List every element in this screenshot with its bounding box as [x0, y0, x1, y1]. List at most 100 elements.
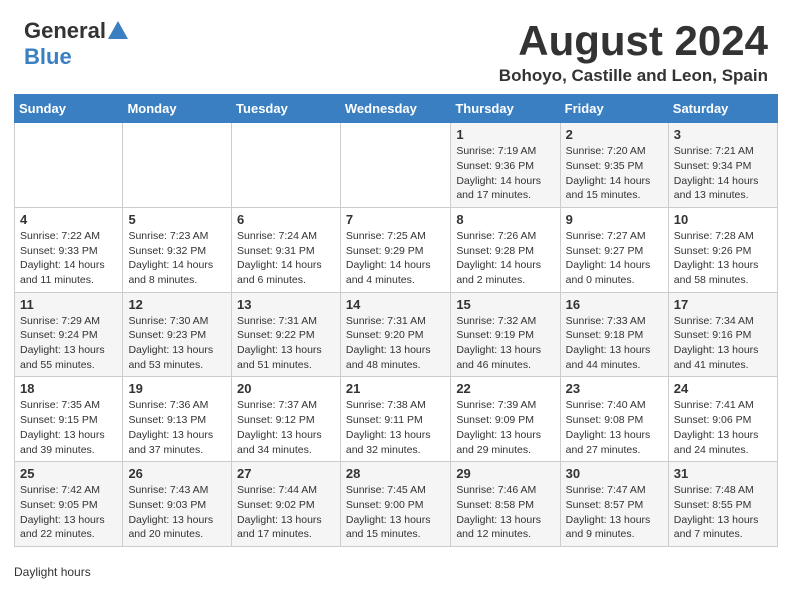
day-info: Sunrise: 7:32 AM Sunset: 9:19 PM Dayligh…: [456, 314, 554, 373]
day-info: Sunrise: 7:38 AM Sunset: 9:11 PM Dayligh…: [346, 398, 445, 457]
table-row: 22 Sunrise: 7:39 AM Sunset: 9:09 PM Dayli…: [451, 377, 560, 462]
day-number: 3: [674, 127, 772, 142]
table-row: 3 Sunrise: 7:21 AM Sunset: 9:34 PM Daylig…: [668, 123, 777, 208]
weekday-header: Sunday: [15, 95, 123, 123]
table-row: 28Sunrise: 7:45 AM Sunset: 9:00 PM Dayli…: [340, 462, 450, 547]
day-number: 20: [237, 381, 335, 396]
day-number: 9: [566, 212, 663, 227]
day-info: Sunrise: 7:34 AM Sunset: 9:16 PM Dayligh…: [674, 314, 772, 373]
day-number: 19: [128, 381, 226, 396]
table-row: [123, 123, 232, 208]
day-number: 6: [237, 212, 335, 227]
day-number: 18: [20, 381, 117, 396]
calendar-body: 1 Sunrise: 7:19 AM Sunset: 9:36 PM Daylig…: [15, 123, 778, 547]
calendar-week-row: 11Sunrise: 7:29 AM Sunset: 9:24 PM Dayli…: [15, 292, 778, 377]
day-info: Sunrise: 7:22 AM Sunset: 9:33 PM Dayligh…: [20, 229, 117, 288]
day-number: 14: [346, 297, 445, 312]
logo: General Blue: [24, 18, 128, 70]
table-row: 18 Sunrise: 7:35 AM Sunset: 9:15 PM Dayli…: [15, 377, 123, 462]
day-info: Sunrise: 7:36 AM Sunset: 9:13 PM Dayligh…: [128, 398, 226, 457]
calendar-wrap: SundayMondayTuesdayWednesdayThursdayFrid…: [0, 94, 792, 561]
day-info: Sunrise: 7:35 AM Sunset: 9:15 PM Dayligh…: [20, 398, 117, 457]
table-row: 4 Sunrise: 7:22 AM Sunset: 9:33 PM Daylig…: [15, 207, 123, 292]
location-subtitle: Bohoyo, Castille and Leon, Spain: [499, 66, 768, 86]
table-row: 29 Sunrise: 7:46 AM Sunset: 8:58 PM Dayli…: [451, 462, 560, 547]
weekday-row: SundayMondayTuesdayWednesdayThursdayFrid…: [15, 95, 778, 123]
table-row: [15, 123, 123, 208]
calendar-week-row: 1 Sunrise: 7:19 AM Sunset: 9:36 PM Daylig…: [15, 123, 778, 208]
table-row: 6 Sunrise: 7:24 AM Sunset: 9:31 PM Daylig…: [232, 207, 341, 292]
table-row: 23Sunrise: 7:40 AM Sunset: 9:08 PM Dayli…: [560, 377, 668, 462]
day-number: 1: [456, 127, 554, 142]
day-info: Sunrise: 7:21 AM Sunset: 9:34 PM Dayligh…: [674, 144, 772, 203]
day-number: 31: [674, 466, 772, 481]
day-number: 2: [566, 127, 663, 142]
table-row: 17Sunrise: 7:34 AM Sunset: 9:16 PM Dayli…: [668, 292, 777, 377]
table-row: 1 Sunrise: 7:19 AM Sunset: 9:36 PM Daylig…: [451, 123, 560, 208]
day-number: 26: [128, 466, 226, 481]
title-block: August 2024 Bohoyo, Castille and Leon, S…: [499, 18, 768, 86]
day-info: Sunrise: 7:24 AM Sunset: 9:31 PM Dayligh…: [237, 229, 335, 288]
table-row: 13 Sunrise: 7:31 AM Sunset: 9:22 PM Dayli…: [232, 292, 341, 377]
day-info: Sunrise: 7:39 AM Sunset: 9:09 PM Dayligh…: [456, 398, 554, 457]
day-number: 4: [20, 212, 117, 227]
weekday-header: Friday: [560, 95, 668, 123]
table-row: 31 Sunrise: 7:48 AM Sunset: 8:55 PM Dayli…: [668, 462, 777, 547]
page-title: August 2024: [499, 18, 768, 64]
day-number: 23: [566, 381, 663, 396]
day-number: 16: [566, 297, 663, 312]
day-number: 22: [456, 381, 554, 396]
table-row: 24Sunrise: 7:41 AM Sunset: 9:06 PM Dayli…: [668, 377, 777, 462]
day-info: Sunrise: 7:20 AM Sunset: 9:35 PM Dayligh…: [566, 144, 663, 203]
day-info: Sunrise: 7:46 AM Sunset: 8:58 PM Dayligh…: [456, 483, 554, 542]
table-row: 2 Sunrise: 7:20 AM Sunset: 9:35 PM Daylig…: [560, 123, 668, 208]
table-row: 10Sunrise: 7:28 AM Sunset: 9:26 PM Dayli…: [668, 207, 777, 292]
calendar-week-row: 18 Sunrise: 7:35 AM Sunset: 9:15 PM Dayli…: [15, 377, 778, 462]
table-row: 7Sunrise: 7:25 AM Sunset: 9:29 PM Daylig…: [340, 207, 450, 292]
day-info: Sunrise: 7:37 AM Sunset: 9:12 PM Dayligh…: [237, 398, 335, 457]
day-number: 13: [237, 297, 335, 312]
footer: Daylight hours: [0, 561, 792, 587]
table-row: 21 Sunrise: 7:38 AM Sunset: 9:11 PM Dayli…: [340, 377, 450, 462]
calendar-header: SundayMondayTuesdayWednesdayThursdayFrid…: [15, 95, 778, 123]
table-row: 9 Sunrise: 7:27 AM Sunset: 9:27 PM Daylig…: [560, 207, 668, 292]
day-number: 25: [20, 466, 117, 481]
day-info: Sunrise: 7:27 AM Sunset: 9:27 PM Dayligh…: [566, 229, 663, 288]
table-row: 14 Sunrise: 7:31 AM Sunset: 9:20 PM Dayli…: [340, 292, 450, 377]
day-number: 27: [237, 466, 335, 481]
weekday-header: Thursday: [451, 95, 560, 123]
daylight-label: Daylight hours: [14, 565, 91, 579]
day-info: Sunrise: 7:19 AM Sunset: 9:36 PM Dayligh…: [456, 144, 554, 203]
day-number: 15: [456, 297, 554, 312]
day-info: Sunrise: 7:48 AM Sunset: 8:55 PM Dayligh…: [674, 483, 772, 542]
day-number: 21: [346, 381, 445, 396]
header: General Blue August 2024 Bohoyo, Castill…: [0, 0, 792, 94]
weekday-header: Monday: [123, 95, 232, 123]
table-row: 11Sunrise: 7:29 AM Sunset: 9:24 PM Dayli…: [15, 292, 123, 377]
table-row: 30Sunrise: 7:47 AM Sunset: 8:57 PM Dayli…: [560, 462, 668, 547]
day-number: 10: [674, 212, 772, 227]
weekday-header: Saturday: [668, 95, 777, 123]
table-row: [340, 123, 450, 208]
day-info: Sunrise: 7:31 AM Sunset: 9:22 PM Dayligh…: [237, 314, 335, 373]
table-row: 26 Sunrise: 7:43 AM Sunset: 9:03 PM Dayli…: [123, 462, 232, 547]
table-row: 25 Sunrise: 7:42 AM Sunset: 9:05 PM Dayli…: [15, 462, 123, 547]
day-info: Sunrise: 7:47 AM Sunset: 8:57 PM Dayligh…: [566, 483, 663, 542]
day-number: 11: [20, 297, 117, 312]
day-info: Sunrise: 7:33 AM Sunset: 9:18 PM Dayligh…: [566, 314, 663, 373]
day-number: 12: [128, 297, 226, 312]
day-number: 8: [456, 212, 554, 227]
table-row: 8Sunrise: 7:26 AM Sunset: 9:28 PM Daylig…: [451, 207, 560, 292]
table-row: [232, 123, 341, 208]
day-number: 5: [128, 212, 226, 227]
table-row: 5Sunrise: 7:23 AM Sunset: 9:32 PM Daylig…: [123, 207, 232, 292]
day-info: Sunrise: 7:31 AM Sunset: 9:20 PM Dayligh…: [346, 314, 445, 373]
table-row: 12Sunrise: 7:30 AM Sunset: 9:23 PM Dayli…: [123, 292, 232, 377]
calendar-week-row: 4 Sunrise: 7:22 AM Sunset: 9:33 PM Daylig…: [15, 207, 778, 292]
day-info: Sunrise: 7:44 AM Sunset: 9:02 PM Dayligh…: [237, 483, 335, 542]
day-info: Sunrise: 7:43 AM Sunset: 9:03 PM Dayligh…: [128, 483, 226, 542]
day-info: Sunrise: 7:42 AM Sunset: 9:05 PM Dayligh…: [20, 483, 117, 542]
logo-blue: Blue: [24, 44, 72, 70]
table-row: 20 Sunrise: 7:37 AM Sunset: 9:12 PM Dayli…: [232, 377, 341, 462]
day-number: 29: [456, 466, 554, 481]
